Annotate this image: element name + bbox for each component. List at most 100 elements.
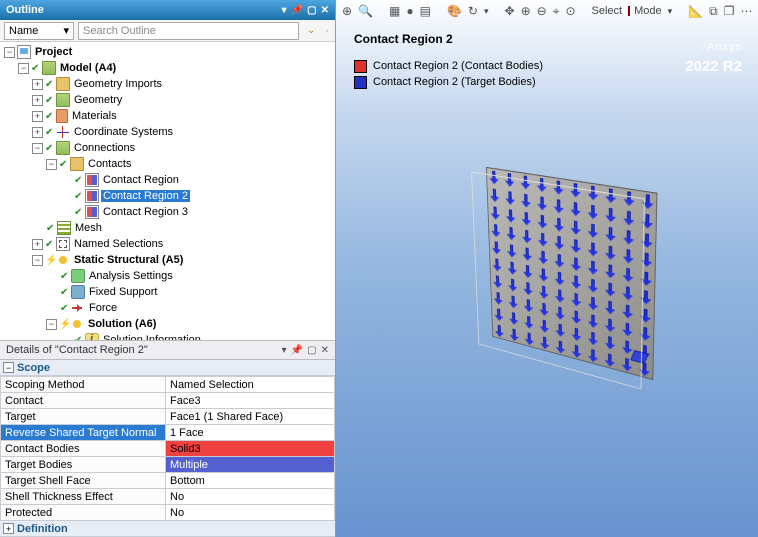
tree-mesh[interactable]: ✔ Mesh <box>4 220 335 236</box>
details-key: Shell Thickness Effect <box>1 489 166 505</box>
outline-title: Outline <box>6 4 44 16</box>
tree-cr2[interactable]: ✔ Contact Region 2 <box>4 188 335 204</box>
annot-icon[interactable]: 📐 <box>688 3 703 19</box>
details-row[interactable]: Shell Thickness Effect No <box>1 489 335 505</box>
tree-solinfo[interactable]: ✔ Solution Information <box>4 332 335 340</box>
tree-label: Connections <box>72 142 137 154</box>
details-val[interactable]: Face1 (1 Shared Face) <box>166 409 335 425</box>
expand-icon[interactable]: + <box>3 523 14 534</box>
tree-named-sel[interactable]: + ✔ Named Selections <box>4 236 335 252</box>
expand-icon[interactable]: + <box>32 95 43 106</box>
zoom-box-icon[interactable]: ⌖ <box>553 3 560 19</box>
details-val[interactable]: Multiple <box>166 457 335 473</box>
expand-icon[interactable]: + <box>32 239 43 250</box>
details-val[interactable]: Face3 <box>166 393 335 409</box>
outline-filter-bar: Name ▾ Search Outline ⌄ · <box>0 20 335 42</box>
close-icon[interactable]: ✕ <box>321 5 329 16</box>
more-icon[interactable]: ⋯ <box>740 3 752 19</box>
tree-force[interactable]: ✔ Force <box>4 300 335 316</box>
details-cat-label: Definition <box>17 523 68 535</box>
settings-icon <box>71 269 85 283</box>
tree-geometry[interactable]: + ✔ Geometry <box>4 92 335 108</box>
details-val[interactable]: 1 Face <box>166 425 335 441</box>
details-cat-scope[interactable]: − Scope <box>0 360 335 376</box>
details-row[interactable]: Scoping Method Named Selection <box>1 377 335 393</box>
details-row[interactable]: Contact Face3 <box>1 393 335 409</box>
filter-dropdown[interactable]: Name ▾ <box>4 22 74 40</box>
details-row[interactable]: Protected No <box>1 505 335 521</box>
tree-geom-imports[interactable]: + ✔ Geometry Imports <box>4 76 335 92</box>
details-row[interactable]: Contact Bodies Solid3 <box>1 441 335 457</box>
details-val[interactable]: Named Selection <box>166 377 335 393</box>
plate-ghost[interactable] <box>471 171 645 389</box>
collapse-icon[interactable]: − <box>32 143 43 154</box>
outline-tree[interactable]: − Project − ✔ Model (A4) + ✔ Geometry Im… <box>0 42 335 340</box>
details-row[interactable]: Target Bodies Multiple <box>1 457 335 473</box>
details-panel-header[interactable]: Details of "Contact Region 2" ▾ 📌 ▢ ✕ <box>0 340 335 360</box>
random-color-icon[interactable]: 🎨 <box>447 3 462 19</box>
tree-fixed[interactable]: ✔ Fixed Support <box>4 284 335 300</box>
wire-icon[interactable]: ▤ <box>420 3 431 19</box>
tree-analysis[interactable]: ✔ Analysis Settings <box>4 268 335 284</box>
zoom-out-icon[interactable]: ⊖ <box>537 3 547 19</box>
copy-icon[interactable]: ❐ <box>724 3 735 19</box>
details-val[interactable]: Solid3 <box>166 441 335 457</box>
tree-materials[interactable]: + ✔ Materials <box>4 108 335 124</box>
dropdown-icon[interactable]: ▾ <box>282 345 287 356</box>
collapse-icon[interactable]: − <box>32 255 43 266</box>
legend-row-contact: Contact Region 2 (Contact Bodies) <box>354 58 543 74</box>
collapse-icon[interactable]: − <box>18 63 29 74</box>
details-row[interactable]: Reverse Shared Target Normal 1 Face <box>1 425 335 441</box>
connections-icon <box>56 141 70 155</box>
close-icon[interactable]: ✕ <box>321 345 329 356</box>
coord-icon <box>56 125 70 139</box>
details-val[interactable]: No <box>166 489 335 505</box>
dropdown-icon[interactable]: ▾ <box>282 5 287 16</box>
details-row[interactable]: Target Face1 (1 Shared Face) <box>1 409 335 425</box>
force-icon <box>71 301 85 315</box>
details-row[interactable]: Target Shell Face Bottom <box>1 473 335 489</box>
chevron-down-icon: ▾ <box>63 24 69 37</box>
tree-cr3[interactable]: ✔ Contact Region 3 <box>4 204 335 220</box>
collapse-icon[interactable]: − <box>3 362 14 373</box>
zoom-icon[interactable]: 🔍 <box>358 3 373 19</box>
zoom-all-icon[interactable]: ⊙ <box>565 3 575 19</box>
search-input[interactable]: Search Outline <box>78 22 299 40</box>
pin-icon[interactable]: 📌 <box>291 5 303 16</box>
mode-label[interactable]: Mode <box>634 5 662 17</box>
tree-project[interactable]: − Project <box>4 44 335 60</box>
iso-icon[interactable]: ▦ <box>389 3 400 19</box>
pin-icon[interactable]: 📌 <box>291 345 303 356</box>
tree-model[interactable]: − ✔ Model (A4) <box>4 60 335 76</box>
dock-icon[interactable]: ▢ <box>307 345 316 356</box>
zoom-in-icon[interactable]: ⊕ <box>521 3 531 19</box>
details-val[interactable]: Bottom <box>166 473 335 489</box>
tree-contacts[interactable]: − ✔ Contacts <box>4 156 335 172</box>
dock-icon[interactable]: ▢ <box>307 5 316 16</box>
collapse-icon[interactable]: − <box>46 319 57 330</box>
expand-icon[interactable]: + <box>32 127 43 138</box>
details-cat-def[interactable]: + Definition <box>0 521 335 537</box>
tree-static[interactable]: − ⚡ Static Structural (A5) <box>4 252 335 268</box>
outline-panel-header[interactable]: Outline ▾ 📌 ▢ ✕ <box>0 0 335 20</box>
zoom-fit-icon[interactable]: ⊕ <box>342 3 352 19</box>
tree-cr1[interactable]: ✔ Contact Region <box>4 172 335 188</box>
expand-icon[interactable]: + <box>32 111 43 122</box>
clip-icon[interactable]: ⧉ <box>709 3 718 19</box>
analysis-icon <box>56 253 70 267</box>
collapse-icon[interactable]: − <box>4 47 15 58</box>
rotate-icon[interactable]: ↻ <box>468 3 478 19</box>
tree-solution[interactable]: − ⚡ Solution (A6) <box>4 316 335 332</box>
graphics-view[interactable]: ⊕ 🔍 ▦ ● ▤ 🎨 ↻▾ ✥ ⊕ ⊖ ⌖ ⊙ Select Mode▾ 📐 … <box>336 0 758 537</box>
shade-icon[interactable]: ● <box>406 3 413 19</box>
tree-label: Force <box>87 302 119 314</box>
scene-3d[interactable] <box>396 140 726 410</box>
tree-coord[interactable]: + ✔ Coordinate Systems <box>4 124 335 140</box>
details-val[interactable]: No <box>166 505 335 521</box>
expand-icon[interactable]: + <box>32 79 43 90</box>
collapse-icon[interactable]: − <box>46 159 57 170</box>
tree-connections[interactable]: − ✔ Connections <box>4 140 335 156</box>
select-label[interactable]: Select <box>592 5 623 17</box>
pan-icon[interactable]: ✥ <box>505 3 515 19</box>
expand-chevron-icon[interactable]: ⌄ <box>303 25 319 36</box>
